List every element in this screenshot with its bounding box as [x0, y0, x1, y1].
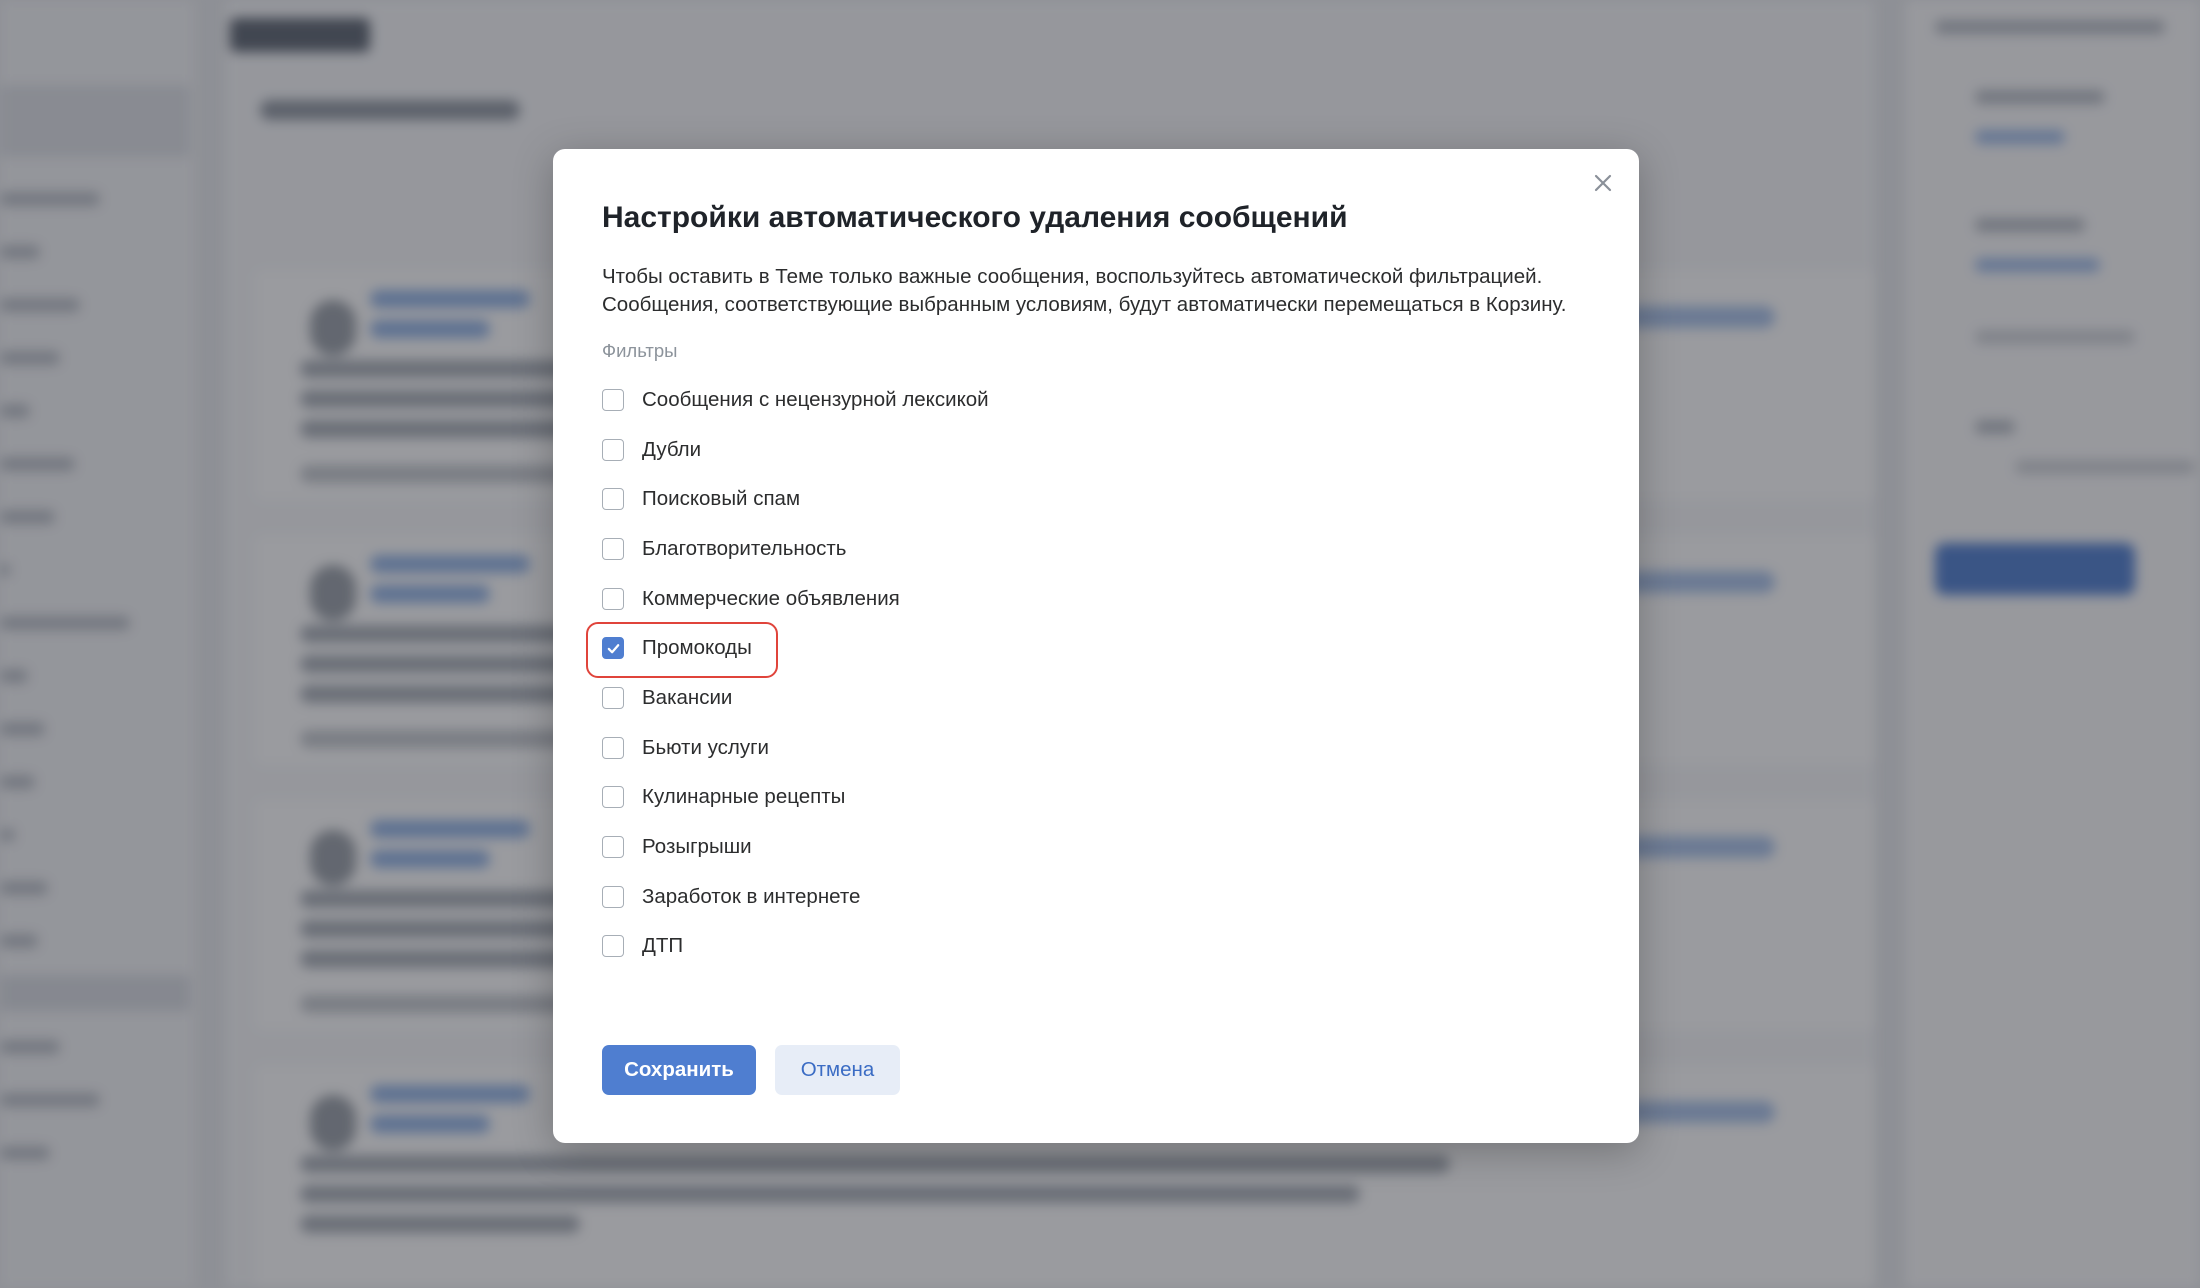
filter-option[interactable]: Сообщения с нецензурной лексикой [602, 375, 1589, 425]
filters-label: Фильтры [602, 340, 678, 361]
filter-option-label: Бьюти услуги [642, 735, 770, 759]
filter-option-label: Промокоды [642, 636, 752, 660]
cancel-button[interactable]: Отмена [775, 1045, 900, 1095]
filter-option-label: Вакансии [642, 685, 733, 709]
close-icon [1594, 174, 1612, 192]
filter-option-label: Поисковый спам [642, 487, 801, 511]
filter-option[interactable]: Заработок в интернете [602, 872, 1589, 922]
checkbox[interactable] [602, 885, 624, 908]
filter-option[interactable]: Благотворительность [602, 524, 1589, 574]
save-button[interactable]: Сохранить [602, 1045, 756, 1095]
filter-option-label: Благотворительность [642, 536, 847, 560]
checkbox[interactable] [602, 935, 624, 958]
dialog-footer: Сохранить Отмена [602, 1045, 900, 1095]
close-button[interactable] [1587, 167, 1619, 199]
filter-option-label: Дубли [642, 437, 702, 461]
checkbox[interactable] [602, 438, 624, 461]
checkbox[interactable] [602, 537, 624, 560]
checkbox[interactable] [602, 587, 624, 610]
filter-option[interactable]: Вакансии [602, 673, 1589, 723]
checkbox[interactable] [602, 736, 624, 759]
filter-option[interactable]: Бьюти услуги [602, 723, 1589, 773]
filter-option[interactable]: ДТП [602, 922, 1589, 972]
dialog-description: Чтобы оставить в Теме только важные сооб… [602, 265, 1567, 316]
filter-option-label: ДТП [642, 934, 684, 958]
checkbox[interactable] [602, 388, 624, 411]
checkbox[interactable] [602, 488, 624, 511]
checkbox[interactable] [602, 686, 624, 709]
filter-option-label: Коммерческие объявления [642, 586, 900, 610]
filter-option-label: Розыгрыши [642, 835, 752, 859]
filter-option[interactable]: Розыгрыши [602, 822, 1589, 872]
dialog-title: Настройки автоматического удаления сообщ… [602, 201, 1348, 234]
filter-list: Сообщения с нецензурной лексикой Дубли Пои… [586, 375, 1589, 972]
filter-option[interactable]: Дубли [602, 425, 1589, 475]
filter-option[interactable]: Промокоды [586, 622, 1589, 679]
checkbox[interactable] [602, 637, 624, 660]
checkbox[interactable] [602, 786, 624, 809]
filter-option-label: Сообщения с нецензурной лексикой [642, 387, 989, 411]
auto-delete-settings-dialog: Настройки автоматического удаления сообщ… [553, 149, 1639, 1143]
filter-option[interactable]: Кулинарные рецепты [602, 773, 1589, 823]
filter-option-label: Заработок в интернете [642, 884, 861, 908]
checkmark-icon [607, 643, 619, 654]
filter-option[interactable]: Коммерческие объявления [602, 574, 1589, 624]
filter-option[interactable]: Поисковый спам [602, 474, 1589, 524]
checkbox[interactable] [602, 836, 624, 859]
filter-option-label: Кулинарные рецепты [642, 785, 846, 809]
